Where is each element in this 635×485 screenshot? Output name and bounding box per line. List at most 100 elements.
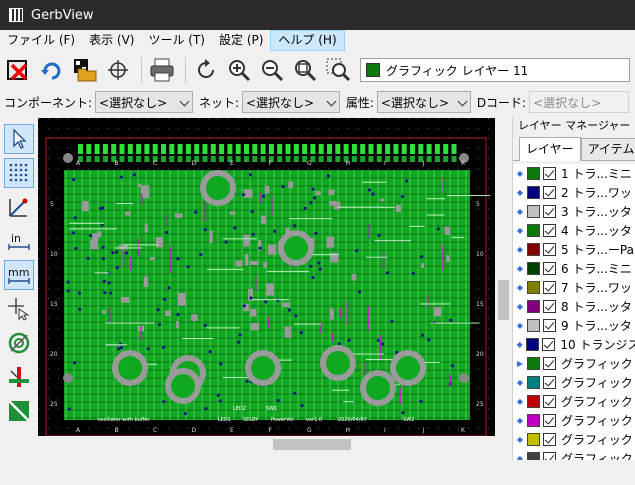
sketch-mode-button[interactable]: [4, 328, 34, 358]
trace-segment: [166, 214, 169, 226]
layer-color-swatch[interactable]: [527, 357, 540, 370]
layer-visibility-checkbox[interactable]: [543, 186, 556, 199]
header-pad: [335, 156, 341, 162]
layer-color-swatch[interactable]: [527, 376, 540, 389]
tab-items[interactable]: アイテム: [580, 138, 635, 160]
trace-segment: [339, 308, 342, 318]
print-button[interactable]: [147, 55, 177, 85]
layer-row[interactable]: ◆ 1 トラ...ミニ: [513, 164, 635, 183]
target-button[interactable]: [103, 55, 133, 85]
layer-visibility-checkbox[interactable]: [542, 338, 556, 351]
flashed-items-button[interactable]: [4, 396, 34, 426]
via: [204, 406, 208, 411]
layer-color-swatch[interactable]: [527, 452, 540, 460]
layer-bullet-icon: ◆: [516, 188, 524, 197]
redraw-button[interactable]: [191, 55, 221, 85]
zoom-selection-button[interactable]: [323, 55, 353, 85]
menu-file[interactable]: ファイル (F): [0, 30, 82, 51]
layer-row[interactable]: ◆ 10 トランジス: [513, 335, 635, 354]
layer-row[interactable]: ◆ 9 トラ...ッタ: [513, 316, 635, 335]
layer-color-swatch[interactable]: [527, 186, 540, 199]
via: [385, 271, 390, 275]
header-pad: [426, 156, 432, 162]
layer-color-swatch[interactable]: [526, 338, 540, 351]
zoom-out-button[interactable]: [257, 55, 287, 85]
layer-color-swatch[interactable]: [527, 243, 540, 256]
header-pad: [302, 144, 308, 154]
header-pad: [410, 156, 415, 162]
diff-mode-button[interactable]: [4, 362, 34, 392]
clear-board-button[interactable]: [4, 55, 34, 85]
layer-visibility-checkbox[interactable]: [543, 224, 556, 237]
layer-color-swatch[interactable]: [527, 319, 540, 332]
layer-visibility-checkbox[interactable]: [543, 243, 556, 256]
layer-row[interactable]: ◆ 7 トラ...ワッ: [513, 278, 635, 297]
zoom-in-button[interactable]: [224, 55, 254, 85]
layer-manager-tabs: レイヤー アイテム: [513, 135, 635, 161]
net-select[interactable]: <選択なし>: [241, 91, 340, 113]
layer-visibility-checkbox[interactable]: [543, 205, 556, 218]
layer-color-swatch[interactable]: [527, 224, 540, 237]
open-folder-button[interactable]: [70, 55, 100, 85]
layer-color-swatch[interactable]: [527, 262, 540, 275]
polar-coords-button[interactable]: [4, 192, 34, 222]
smd-pad: [264, 185, 270, 194]
select-tool-button[interactable]: [4, 124, 34, 154]
mm-units-button[interactable]: mm: [4, 260, 34, 290]
layer-visibility-checkbox[interactable]: [543, 395, 556, 408]
layer-color-swatch[interactable]: [527, 300, 540, 313]
layer-row[interactable]: ▶ グラフィック: [513, 354, 635, 373]
gerber-canvas[interactable]: A A B B C C D D E E F F G G H H I I J J K K 5 5 10 10 15 15 20 20 25 25…: [38, 118, 495, 436]
layer-row[interactable]: ◆ グラフィック: [513, 392, 635, 411]
layer-row[interactable]: ◆ グラフィック: [513, 373, 635, 392]
menu-view[interactable]: 表示 (V): [82, 30, 141, 51]
header-pad: [285, 144, 291, 154]
layer-visibility-checkbox[interactable]: [543, 414, 556, 427]
layer-visibility-checkbox[interactable]: [543, 376, 556, 389]
tab-layers[interactable]: レイヤー: [519, 137, 581, 161]
layer-visibility-checkbox[interactable]: [543, 319, 556, 332]
menu-tools[interactable]: ツール (T): [141, 30, 212, 51]
inch-units-button[interactable]: in: [4, 226, 34, 256]
layer-color-swatch[interactable]: [527, 395, 540, 408]
reload-button[interactable]: [37, 55, 67, 85]
layer-visibility-checkbox[interactable]: [543, 281, 556, 294]
via: [287, 308, 292, 312]
layer-row[interactable]: ◆ 3 トラ...ッタ: [513, 202, 635, 221]
dcode-select[interactable]: <選択なし>: [529, 91, 629, 113]
attribute-select[interactable]: <選択なし>: [376, 91, 471, 113]
layer-row[interactable]: ◆ 8 トラ...ッタ: [513, 297, 635, 316]
layer-row[interactable]: ◆ グラフィック: [513, 449, 635, 460]
layer-visibility-checkbox[interactable]: [543, 262, 556, 275]
layer-color-swatch[interactable]: [527, 281, 540, 294]
layer-color-swatch[interactable]: [527, 433, 540, 446]
scrollbar-thumb[interactable]: [498, 280, 509, 320]
layer-row[interactable]: ◆ 4 トラ...ッタ: [513, 221, 635, 240]
menu-settings[interactable]: 設定 (P): [212, 30, 270, 51]
horizontal-scrollbar[interactable]: [38, 436, 495, 453]
layer-row[interactable]: ◆ グラフィック: [513, 430, 635, 449]
active-layer-select[interactable]: グラフィック レイヤー 11: [360, 58, 630, 82]
layer-color-swatch[interactable]: [527, 167, 540, 180]
layer-visibility-checkbox[interactable]: [543, 452, 556, 460]
layer-visibility-checkbox[interactable]: [543, 433, 556, 446]
component-select[interactable]: <選択なし>: [95, 91, 193, 113]
layer-row[interactable]: ◆ グラフィック: [513, 411, 635, 430]
layer-color-swatch[interactable]: [527, 205, 540, 218]
full-cursor-button[interactable]: [4, 294, 34, 324]
zoom-fit-button[interactable]: [290, 55, 320, 85]
layer-visibility-checkbox[interactable]: [543, 300, 556, 313]
via: [300, 403, 304, 408]
vertical-scrollbar[interactable]: [495, 118, 512, 436]
column-label: D: [192, 427, 197, 434]
layer-row[interactable]: ◆ 6 トラ...ミニ: [513, 259, 635, 278]
layer-visibility-checkbox[interactable]: [543, 357, 556, 370]
grid-toggle-button[interactable]: [4, 158, 34, 188]
layer-row[interactable]: ◆ 2 トラ...ワッ: [513, 183, 635, 202]
layer-row[interactable]: ◆ 5 トラ...ーPa: [513, 240, 635, 259]
layer-visibility-checkbox[interactable]: [543, 167, 556, 180]
menu-help[interactable]: ヘルプ (H): [270, 30, 345, 51]
scrollbar-thumb[interactable]: [273, 439, 351, 450]
layer-color-swatch[interactable]: [527, 414, 540, 427]
smd-pad: [177, 292, 186, 306]
